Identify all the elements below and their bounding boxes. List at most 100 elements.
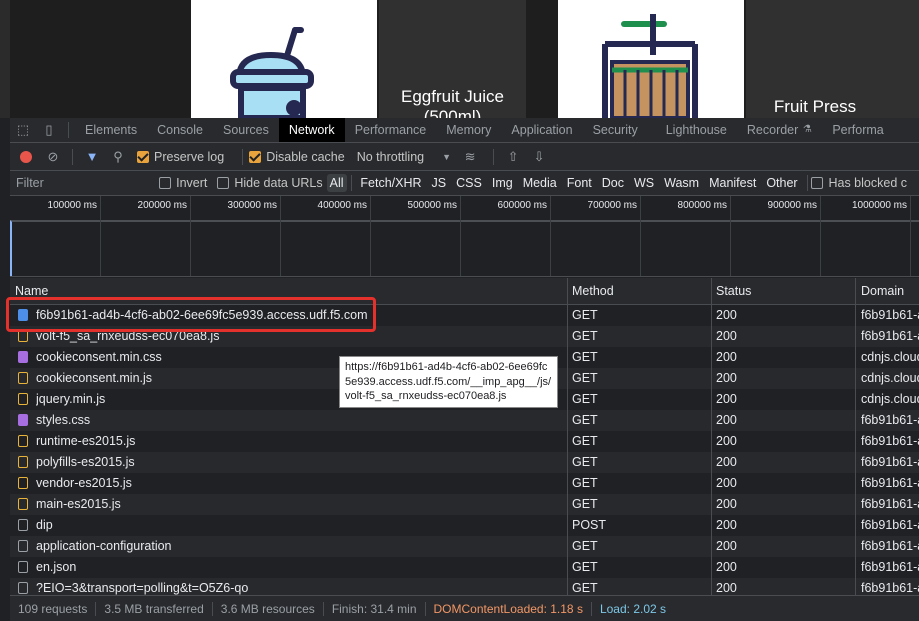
has-blocked-cookies-label: Has blocked c <box>828 176 907 190</box>
cell-status: 200 <box>716 371 737 385</box>
filter-bar: Filter Invert Hide data URLs All Fetch/X… <box>10 171 919 196</box>
stylesheet-icon <box>18 414 28 426</box>
column-divider <box>855 368 856 389</box>
cell-status: 200 <box>716 497 737 511</box>
record-icon[interactable] <box>20 150 32 163</box>
export-har-icon[interactable]: ⇩ <box>532 149 546 164</box>
filter-type-wasm[interactable]: Wasm <box>659 174 704 192</box>
product-name-press[interactable]: Fruit Press <box>760 97 870 117</box>
table-row[interactable]: application-configuration GET 200 f6b91b61-… <box>10 536 919 557</box>
clear-icon[interactable]: ⊘ <box>46 149 60 164</box>
table-row[interactable]: polyfills-es2015.js GET 200 f6b91b61-a <box>10 452 919 473</box>
network-toolbar: ⊘ ▼ ⚲ Preserve log Disable cache No thro… <box>10 143 919 171</box>
invert-checkbox[interactable]: Invert <box>159 176 207 190</box>
column-domain[interactable]: Domain <box>861 278 904 304</box>
column-divider <box>711 389 712 410</box>
tab-performance[interactable]: Performance <box>345 118 437 142</box>
table-row[interactable]: ?EIO=3&transport=polling&t=O5Z6-qo GET 200… <box>10 578 919 595</box>
filter-type-doc[interactable]: Doc <box>597 174 629 192</box>
table-row[interactable]: dip POST 200 f6b91b61-a <box>10 515 919 536</box>
tab-performance-insights[interactable]: Performa <box>822 118 893 142</box>
cell-domain: f6b91b61-a <box>861 560 919 574</box>
table-row[interactable]: main-es2015.js GET 200 f6b91b61-a <box>10 494 919 515</box>
column-status[interactable]: Status <box>716 278 751 304</box>
filter-type-font[interactable]: Font <box>562 174 597 192</box>
table-row[interactable]: vendor-es2015.js GET 200 f6b91b61-a <box>10 473 919 494</box>
table-row[interactable]: runtime-es2015.js GET 200 f6b91b61-a <box>10 431 919 452</box>
tab-console[interactable]: Console <box>147 118 213 142</box>
product-image-juice[interactable] <box>191 0 377 118</box>
disable-cache-label: Disable cache <box>266 149 345 164</box>
network-conditions-icon[interactable]: ≋ <box>463 149 477 164</box>
filter-type-fetch[interactable]: Fetch/XHR <box>355 174 426 192</box>
throttling-select[interactable]: No throttling ▼ <box>357 150 451 164</box>
filter-type-ws[interactable]: WS <box>629 174 659 192</box>
search-icon[interactable]: ⚲ <box>111 149 125 164</box>
script-icon <box>18 456 28 468</box>
filter-icon[interactable]: ▼ <box>85 149 99 164</box>
disable-cache-checkbox[interactable]: Disable cache <box>249 150 345 164</box>
column-divider <box>711 557 712 578</box>
tab-sources[interactable]: Sources <box>213 118 279 142</box>
column-divider <box>711 578 712 595</box>
inspect-element-icon[interactable]: ⬚ <box>16 123 30 137</box>
preserve-log-checkbox[interactable]: Preserve log <box>137 150 224 164</box>
filter-type-all[interactable]: All <box>326 174 347 192</box>
column-resizer[interactable] <box>855 278 856 304</box>
column-divider <box>567 515 568 536</box>
script-icon <box>18 393 28 405</box>
tab-memory[interactable]: Memory <box>436 118 501 142</box>
filter-type-css[interactable]: CSS <box>451 174 487 192</box>
table-row[interactable]: en.json GET 200 f6b91b61-a <box>10 557 919 578</box>
filter-type-img[interactable]: Img <box>487 174 518 192</box>
network-overview-timeline[interactable]: 100000 ms 200000 ms 300000 ms 400000 ms … <box>10 196 919 277</box>
divider <box>806 175 808 191</box>
cell-name: vendor-es2015.js <box>36 476 132 490</box>
cell-domain: f6b91b61-a <box>861 581 919 595</box>
divider <box>72 148 73 165</box>
cell-method: GET <box>572 497 598 511</box>
hide-data-urls-checkbox[interactable]: Hide data URLs <box>217 176 323 190</box>
filter-type-media[interactable]: Media <box>518 174 562 192</box>
has-blocked-cookies-checkbox[interactable]: Has blocked c <box>811 176 907 190</box>
tab-elements[interactable]: Elements <box>75 118 147 142</box>
tab-recorder[interactable]: Recorder <box>737 118 800 142</box>
column-divider <box>855 536 856 557</box>
cell-name: en.json <box>36 560 77 574</box>
import-har-icon[interactable]: ⇧ <box>506 149 520 164</box>
stylesheet-icon <box>18 351 28 363</box>
divider <box>493 148 495 165</box>
cell-status: 200 <box>716 560 737 574</box>
filter-type-manifest[interactable]: Manifest <box>704 174 761 192</box>
column-resizer[interactable] <box>711 278 712 304</box>
column-divider <box>711 410 712 431</box>
tab-lighthouse[interactable]: Lighthouse <box>648 118 737 142</box>
filter-type-js[interactable]: JS <box>427 174 452 192</box>
divider <box>68 122 69 138</box>
column-divider <box>855 494 856 515</box>
table-row[interactable]: styles.css GET 200 f6b91b61-a <box>10 410 919 431</box>
cell-method: GET <box>572 581 598 595</box>
filter-type-other[interactable]: Other <box>761 174 802 192</box>
cell-status: 200 <box>716 350 737 364</box>
column-resizer[interactable] <box>567 278 568 304</box>
checkbox-unchecked-icon <box>159 177 172 189</box>
network-status-bar: 109 requests 3.5 MB transferred 3.6 MB r… <box>10 595 919 621</box>
timeline-tick: 400000 ms <box>318 196 371 276</box>
column-method[interactable]: Method <box>572 278 614 304</box>
product-image-press[interactable] <box>558 0 744 118</box>
tab-network[interactable]: Network <box>278 118 345 142</box>
product-name-juice[interactable]: Eggfruit Juice (500ml) <box>385 87 520 118</box>
cell-domain: f6b91b61-a <box>861 476 919 490</box>
cell-domain: cdnjs.cloud <box>861 350 919 364</box>
device-toolbar-icon[interactable]: ▯ <box>42 123 56 137</box>
column-divider <box>567 431 568 452</box>
cell-domain: cdnjs.cloud <box>861 371 919 385</box>
tab-security[interactable]: Security <box>583 118 648 142</box>
cell-name: main-es2015.js <box>36 497 121 511</box>
hide-data-urls-label: Hide data URLs <box>234 176 323 190</box>
filter-input[interactable]: Filter <box>10 176 159 190</box>
column-divider <box>567 389 568 410</box>
cell-name: runtime-es2015.js <box>36 434 136 448</box>
tab-application[interactable]: Application <box>501 118 582 142</box>
